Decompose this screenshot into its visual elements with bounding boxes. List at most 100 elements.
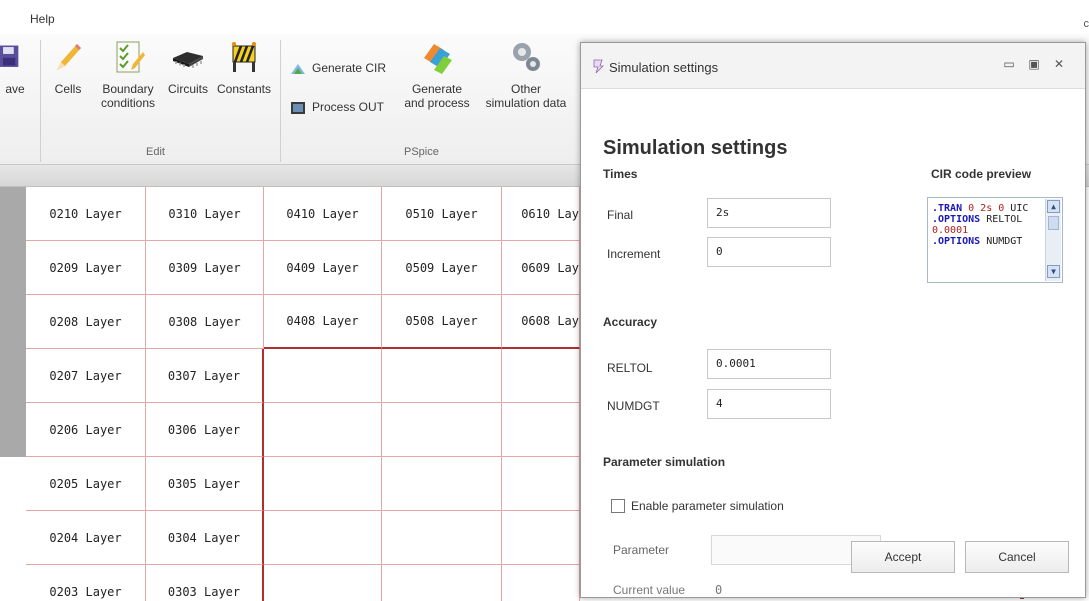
grid-cell[interactable]: 0206 Layer bbox=[26, 403, 146, 457]
generate-cir-button[interactable]: Generate CIR bbox=[290, 61, 386, 76]
scroll-up-icon[interactable]: ▲ bbox=[1047, 200, 1060, 213]
grid-cell[interactable]: 0510 Layer bbox=[382, 187, 502, 241]
reltol-field[interactable]: 0.0001 bbox=[707, 349, 831, 379]
reltol-label: RELTOL bbox=[607, 361, 653, 375]
checklist-icon bbox=[116, 41, 145, 73]
grid-cell[interactable]: 0306 Layer bbox=[146, 403, 264, 457]
cancel-button[interactable]: Cancel bbox=[965, 541, 1069, 573]
grid-cell[interactable]: 0408 Layer bbox=[264, 295, 382, 349]
row-header-strip bbox=[0, 187, 26, 457]
process-out-button[interactable]: Process OUT bbox=[290, 100, 384, 115]
scroll-down-icon[interactable]: ▼ bbox=[1047, 265, 1060, 278]
grid-cell[interactable] bbox=[502, 349, 580, 403]
grid-cell[interactable] bbox=[502, 403, 580, 457]
grid-cell[interactable]: 0208 Layer bbox=[26, 295, 146, 349]
grid-cell[interactable]: 0210 Layer bbox=[26, 187, 146, 241]
section-times: Times bbox=[603, 167, 638, 181]
grid-cell[interactable] bbox=[264, 565, 382, 601]
section-cir-preview: CIR code preview bbox=[931, 167, 1032, 181]
grid-cell[interactable] bbox=[502, 511, 580, 565]
group-label-edit: Edit bbox=[146, 146, 165, 158]
grid-cell[interactable]: 0409 Layer bbox=[264, 241, 382, 295]
cir-preview-box[interactable]: .TRAN 0 2s 0 UIC .OPTIONS RELTOL 0.0001 … bbox=[927, 197, 1063, 283]
grid-cell[interactable] bbox=[264, 511, 382, 565]
grid-cell[interactable]: 0508 Layer bbox=[382, 295, 502, 349]
grid-cell[interactable] bbox=[382, 349, 502, 403]
enable-parameter-label[interactable]: Enable parameter simulation bbox=[631, 499, 784, 513]
close-icon[interactable]: ✕ bbox=[1051, 56, 1067, 72]
preview-text: NUMDGT bbox=[986, 236, 1023, 247]
save-button[interactable]: ave bbox=[0, 40, 30, 96]
preview-number: 0.0001 bbox=[932, 225, 969, 236]
maximize-icon[interactable]: ▣ bbox=[1026, 56, 1042, 72]
grid-cell[interactable]: 0303 Layer bbox=[146, 565, 264, 601]
menu-help[interactable]: Help bbox=[30, 12, 55, 26]
final-label: Final bbox=[607, 208, 634, 222]
grid-cell[interactable] bbox=[382, 403, 502, 457]
grid-cell[interactable]: 0205 Layer bbox=[26, 457, 146, 511]
preview-number: 0 2s 0 bbox=[968, 203, 1005, 214]
grid-cell[interactable]: 0309 Layer bbox=[146, 241, 264, 295]
grid-cell[interactable]: 0310 Layer bbox=[146, 187, 264, 241]
dialog-titlebar[interactable]: Simulation settings ▭ ▣ ✕ bbox=[581, 43, 1085, 89]
grid-cell[interactable]: 0304 Layer bbox=[146, 511, 264, 565]
grid-cell[interactable]: 0609 Lay bbox=[502, 241, 580, 295]
pencil-icon bbox=[57, 44, 81, 70]
grid-cell[interactable]: 0308 Layer bbox=[146, 295, 264, 349]
menu-bar: Help c bbox=[0, 0, 1089, 34]
gears-icon bbox=[513, 43, 540, 71]
menu-edge-fragment: c bbox=[1083, 18, 1089, 30]
grid-cell[interactable] bbox=[382, 511, 502, 565]
grid-cell[interactable] bbox=[264, 349, 382, 403]
other-simulation-data-button[interactable]: Other simulation data bbox=[476, 40, 576, 110]
accept-button[interactable]: Accept bbox=[851, 541, 955, 573]
layer-grid: 0210 Layer 0310 Layer 0410 Layer 0510 La… bbox=[0, 187, 590, 601]
preview-text: UIC bbox=[1010, 203, 1029, 214]
generate-and-process-button[interactable]: Generate and process bbox=[398, 40, 476, 110]
final-field[interactable]: 2s bbox=[707, 198, 831, 228]
circuits-button[interactable]: Circuits bbox=[162, 40, 214, 96]
enable-parameter-checkbox[interactable] bbox=[611, 499, 625, 513]
grid-cell[interactable] bbox=[264, 403, 382, 457]
boundary-label-2: conditions bbox=[100, 96, 156, 110]
grid-cell[interactable]: 0207 Layer bbox=[26, 349, 146, 403]
boundary-conditions-button[interactable]: Boundary conditions bbox=[96, 40, 160, 110]
ribbon-separator bbox=[40, 40, 41, 162]
grid-cell[interactable]: 0305 Layer bbox=[146, 457, 264, 511]
grid-cell[interactable] bbox=[382, 457, 502, 511]
grid-cell[interactable]: 0410 Layer bbox=[264, 187, 382, 241]
grid-cell[interactable]: 0204 Layer bbox=[26, 511, 146, 565]
save-label: ave bbox=[5, 82, 25, 96]
grid-cell[interactable] bbox=[382, 565, 502, 601]
scroll-thumb[interactable] bbox=[1048, 216, 1059, 230]
simulation-settings-dialog: Simulation settings ▭ ▣ ✕ Simulation set… bbox=[580, 42, 1086, 598]
grid-cell[interactable]: 0209 Layer bbox=[26, 241, 146, 295]
parameter-label: Parameter bbox=[613, 543, 670, 557]
numdgt-label: NUMDGT bbox=[607, 399, 660, 413]
dialog-title: Simulation settings bbox=[609, 60, 719, 75]
increment-field[interactable]: 0 bbox=[707, 237, 831, 267]
grid-cell[interactable]: 0203 Layer bbox=[26, 565, 146, 601]
grid-cell[interactable]: 0509 Layer bbox=[382, 241, 502, 295]
grid-cell[interactable]: 0608 Lay bbox=[502, 295, 580, 349]
preview-text: RELTOL bbox=[986, 214, 1023, 225]
process-out-label: Process OUT bbox=[312, 100, 385, 114]
generate-label-2: and process bbox=[404, 96, 470, 110]
grid-cell[interactable] bbox=[502, 565, 580, 601]
constants-button[interactable]: Constants bbox=[214, 40, 274, 96]
process-out-icon bbox=[291, 101, 305, 114]
app-icon bbox=[593, 59, 604, 74]
grid-cell[interactable] bbox=[502, 457, 580, 511]
minimize-icon[interactable]: ▭ bbox=[1001, 56, 1017, 72]
preview-scrollbar[interactable]: ▲ ▼ bbox=[1045, 199, 1061, 281]
group-label-pspice: PSpice bbox=[404, 146, 439, 158]
cells-button[interactable]: Cells bbox=[48, 40, 88, 96]
grid-cell[interactable] bbox=[264, 457, 382, 511]
constants-label: Constants bbox=[216, 82, 272, 96]
grid-cell[interactable]: 0307 Layer bbox=[146, 349, 264, 403]
numdgt-field[interactable]: 4 bbox=[707, 389, 831, 419]
circuits-label: Circuits bbox=[167, 82, 208, 96]
preview-keyword: .TRAN bbox=[932, 203, 963, 214]
grid-cell[interactable]: 0610 Lay bbox=[502, 187, 580, 241]
preview-keyword: .OPTIONS bbox=[932, 236, 981, 247]
